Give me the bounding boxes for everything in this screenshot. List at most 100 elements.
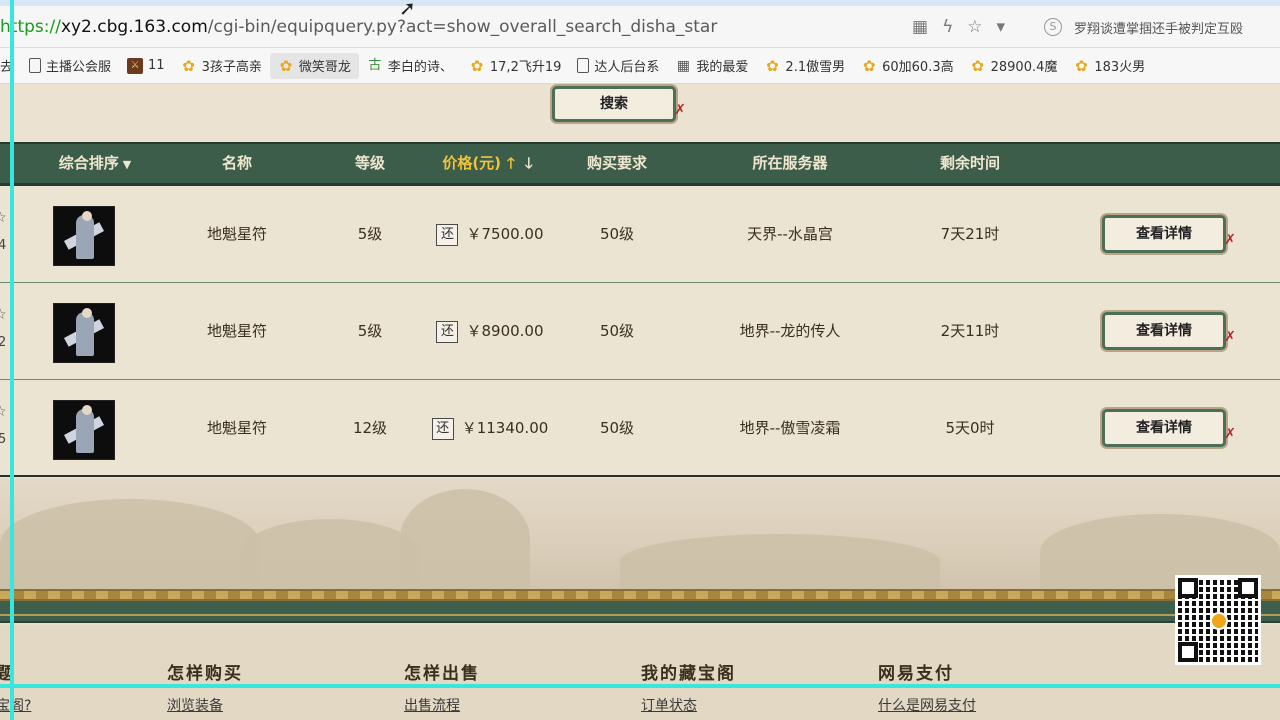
red-knot-icon: ✗ <box>1224 426 1236 442</box>
ornament-band-green <box>0 601 1280 623</box>
bookmark-item[interactable]: ✿ 17,2飞升19 <box>461 53 570 79</box>
favorite-star-icon[interactable]: ☆ <box>0 404 8 420</box>
bookmark-item[interactable]: ✿ 60加60.3高 <box>853 53 962 79</box>
table-header: 综合排序 ▼ 名称 等级 价格(元) 🡑 🡓 购买要求 所在服务器 剩余时间 <box>0 142 1280 186</box>
table-row[interactable]: ☆ 2 地魁星符 5级 还 ￥8900.00 50级 地界--龙的传人 2天11时 查看详情 ✗ <box>0 283 1280 380</box>
favorite-star-icon[interactable]: ☆ <box>0 210 8 226</box>
bookmark-item[interactable]: ⚔ 11 <box>119 53 173 79</box>
bookmark-item[interactable]: ✿ 微笑哥龙 <box>269 52 359 79</box>
item-thumbnail[interactable] <box>53 400 115 460</box>
favorite-star-icon[interactable]: ☆ <box>0 307 8 323</box>
doc-icon <box>29 58 42 73</box>
price-label: 价格(元) <box>442 154 502 172</box>
bookmark-label: 28900.4魔 <box>990 60 1058 75</box>
item-time-left: 7天21时 <box>940 225 1000 243</box>
bai-icon: 古 <box>368 57 382 73</box>
bookmark-item[interactable]: ✿ 183火男 <box>1065 53 1153 79</box>
rebate-badge: 还 <box>436 223 459 246</box>
item-thumbnail[interactable] <box>53 206 115 266</box>
bookmark-label: 微笑哥龙 <box>298 60 351 75</box>
view-details-button[interactable]: 查看详情 ✗ <box>1102 409 1236 447</box>
news-text: 罗翔谈遭掌掴还手被判定互殴 <box>1074 21 1244 37</box>
view-details-label: 查看详情 <box>1136 226 1192 242</box>
bookmark-label: 李白的诗、 <box>387 60 453 75</box>
footer-heading: 网易支付 <box>878 664 954 684</box>
bookmark-item[interactable]: ✿ 3孩子高亲 <box>173 53 270 79</box>
sort-dropdown[interactable]: 综合排序 ▼ <box>40 144 150 183</box>
footer-link[interactable]: 出售流程 <box>404 695 460 715</box>
url-host: xy2.cbg.163.com <box>60 17 208 37</box>
news-ticker[interactable]: S 罗翔谈遭掌掴还手被判定互殴 <box>1044 14 1280 40</box>
footer-link[interactable]: 宝阁? <box>0 695 31 715</box>
view-details-button[interactable]: 查看详情 ✗ <box>1102 312 1236 350</box>
page-content: 搜索 ✗ 综合排序 ▼ 名称 等级 价格(元) 🡑 🡓 购买要求 所在服务器 剩余时间… <box>0 84 1280 720</box>
bookmark-item[interactable]: 古李白的诗、 <box>359 53 461 79</box>
duck-icon: ✿ <box>971 56 984 75</box>
footer-heading: 怎样出售 <box>404 664 480 684</box>
sort-up-icon[interactable]: 🡑 <box>507 154 515 172</box>
duck-icon: ✿ <box>766 56 779 75</box>
overlay-frame-bottom <box>0 684 1280 688</box>
url-field[interactable]: https://xy2.cbg.163.com/cgi-bin/equipque… <box>0 12 717 42</box>
item-price: ￥11340.00 <box>461 419 549 437</box>
url-path: /cgi-bin/equipquery.py?act=show_overall_… <box>207 17 718 37</box>
red-knot-icon: ✗ <box>1224 329 1236 345</box>
item-price: ￥8900.00 <box>466 322 544 340</box>
ornament-line <box>0 614 1280 616</box>
tab-strip[interactable] <box>0 0 1280 6</box>
item-price-cell: 还 ￥8900.00 <box>410 283 570 380</box>
search-strip: 搜索 ✗ <box>0 84 1280 142</box>
item-name[interactable]: 地魁星符 <box>187 283 287 380</box>
bookmark-item[interactable]: ✿ 28900.4魔 <box>962 53 1066 79</box>
bookmark-label: 2.1傲雪男 <box>785 60 846 75</box>
column-server: 所在服务器 <box>752 154 828 172</box>
qr-code-icon[interactable]: ▦ <box>912 17 928 37</box>
item-name[interactable]: 地魁星符 <box>187 186 287 283</box>
bookmark-label: 17,2飞升19 <box>489 60 562 75</box>
item-price: ￥7500.00 <box>466 225 544 243</box>
search-button[interactable]: 搜索 ✗ <box>552 86 686 122</box>
star-icon[interactable]: ☆ <box>967 17 982 37</box>
item-requirement: 50级 <box>599 225 635 243</box>
column-price[interactable]: 价格(元) 🡑 🡓 <box>420 144 555 183</box>
duck-icon: ✿ <box>470 56 484 75</box>
address-bar: https://xy2.cbg.163.com/cgi-bin/equipque… <box>0 0 1280 48</box>
bookmark-label: 60加60.3高 <box>882 60 954 75</box>
item-time-left: 2天11时 <box>940 322 1000 340</box>
bookmarks-bar: 去主播公会服 ⚔ 11 ✿ 3孩子高亲 ✿ 微笑哥龙古李白的诗、 ✿ 17,2飞升19 达人后台系… <box>0 48 1280 84</box>
footer-link[interactable]: 什么是网易支付 <box>878 695 976 715</box>
view-details-button[interactable]: 查看详情 ✗ <box>1102 215 1236 253</box>
duck-icon: ✿ <box>1075 56 1088 75</box>
item-level: 5级 <box>357 225 383 243</box>
bookmark-item[interactable]: 达人后台系 <box>569 53 667 79</box>
footer-link[interactable]: 浏览装备 <box>167 695 223 715</box>
footer-heading: 我的藏宝阁 <box>641 664 736 684</box>
bookmark-item[interactable]: 主播公会服 <box>21 53 119 79</box>
landscape-decoration <box>0 479 1280 589</box>
bookmark-label: 我的最爱 <box>696 60 749 75</box>
item-server: 地界--龙的传人 <box>739 322 841 340</box>
table-row[interactable]: ☆ 5 地魁星符 12级 还 ￥11340.00 50级 地界--傲雪凌霜 5天0时 查看详情 ✗ <box>0 380 1280 477</box>
qr-logo-icon <box>1210 612 1228 630</box>
bookmark-item[interactable]: ✿ 2.1傲雪男 <box>756 53 853 79</box>
mouse-cursor-icon: ➚ <box>399 0 416 20</box>
view-details-label: 查看详情 <box>1136 420 1192 436</box>
item-thumbnail[interactable] <box>53 303 115 363</box>
item-name[interactable]: 地魁星符 <box>187 380 287 477</box>
grid-icon: ▦ <box>676 57 691 74</box>
chevron-down-icon[interactable]: ▾ <box>997 17 1006 37</box>
row-index: 4 <box>0 238 7 253</box>
lightning-icon[interactable]: ϟ <box>942 17 953 37</box>
search-button-label: 搜索 <box>600 96 628 112</box>
bookmark-item[interactable]: ▦ 我的最爱 <box>667 53 756 79</box>
footer-link[interactable]: 订单状态 <box>641 695 697 715</box>
sort-label: 综合排序 <box>58 154 119 172</box>
bookmark-label: 11 <box>148 58 165 73</box>
ornament-band <box>0 589 1280 601</box>
bookmark-label: 183火男 <box>1094 60 1146 75</box>
sort-down-icon[interactable]: 🡓 <box>525 154 533 172</box>
item-price-cell: 还 ￥11340.00 <box>410 380 570 477</box>
footer-heading: 怎样购买 <box>167 664 243 684</box>
row-index: 5 <box>0 432 7 447</box>
table-row[interactable]: ☆ 4 地魁星符 5级 还 ￥7500.00 50级 天界--水晶宫 7天21时 查看详情 ✗ <box>0 186 1280 283</box>
